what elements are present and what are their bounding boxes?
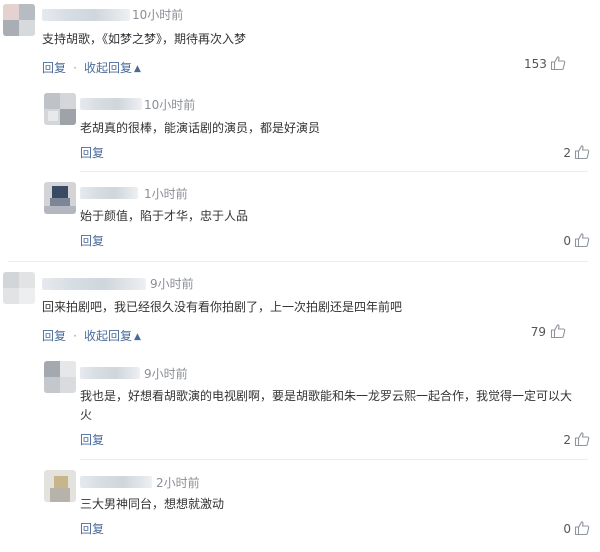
comment-text: 支持胡歌，《如梦之梦》，期待再次入梦 <box>42 32 247 46</box>
caret-up-icon: ▲ <box>134 64 141 74</box>
like-count: 79 <box>530 325 546 339</box>
thumbs-up-icon[interactable] <box>550 55 566 71</box>
like-count: 153 <box>524 57 547 71</box>
comment-text: 回来拍剧吧，我已经很久没有看你拍剧了，上一次拍剧还是四年前吧 <box>42 300 403 314</box>
comment-actions: 回复 · 收起回复 ▲ <box>42 57 141 76</box>
reply-time: 2小时前 <box>156 476 200 490</box>
reply-button[interactable]: 回复 <box>42 61 66 75</box>
like-count: 0 <box>563 234 571 248</box>
reply-button[interactable]: 回复 <box>80 234 104 248</box>
username-blurred[interactable] <box>42 278 146 290</box>
reply-avatar[interactable] <box>44 93 76 125</box>
caret-up-icon: ▲ <box>134 332 141 342</box>
reply-avatar[interactable] <box>44 361 76 393</box>
like-count: 0 <box>563 522 571 536</box>
comment-actions: 回复 · 收起回复 ▲ <box>42 325 141 344</box>
reply-username-blurred[interactable] <box>80 476 152 488</box>
reply-text: 始于颜值，陷于才华，忠于人品 <box>80 209 249 223</box>
reply-username-blurred[interactable] <box>80 367 140 379</box>
comment-time: 9小时前 <box>150 277 194 291</box>
reply-button[interactable]: 回复 <box>80 522 104 536</box>
reply-text-line1: 我也是，好想看胡歌演的电视剧啊，要是胡歌能和朱一龙罗云熙一起合作，我觉得一定可以… <box>80 389 573 403</box>
reply-time: 10小时前 <box>144 98 196 112</box>
reply-username-blurred[interactable] <box>80 187 138 199</box>
collapse-replies-label: 收起回复 <box>84 61 133 75</box>
collapse-replies-button[interactable]: 收起回复 ▲ <box>84 61 141 75</box>
divider <box>80 459 588 460</box>
reply-time: 1小时前 <box>144 187 188 201</box>
reply-avatar[interactable] <box>44 470 76 502</box>
username-blurred[interactable] <box>42 9 130 21</box>
thumbs-up-icon[interactable] <box>574 431 590 447</box>
divider <box>80 171 588 172</box>
thumbs-up-icon[interactable] <box>574 144 590 160</box>
collapse-replies-button[interactable]: 收起回复 ▲ <box>84 329 141 343</box>
reply-text: 老胡真的很棒，能演话剧的演员，都是好演员 <box>80 121 321 135</box>
reply-text: 三大男神同台，想想就激动 <box>80 497 225 511</box>
thumbs-up-icon[interactable] <box>550 323 566 339</box>
action-separator: · <box>73 61 77 75</box>
reply-button[interactable]: 回复 <box>42 329 66 343</box>
reply-avatar[interactable] <box>44 182 76 214</box>
avatar[interactable] <box>3 4 35 36</box>
like-count: 2 <box>563 433 571 447</box>
reply-time: 9小时前 <box>144 367 188 381</box>
reply-text-line2: 火 <box>80 408 93 422</box>
like-count: 2 <box>563 146 571 160</box>
thumbs-up-icon[interactable] <box>574 232 590 248</box>
reply-username-blurred[interactable] <box>80 98 142 110</box>
reply-button[interactable]: 回复 <box>80 433 104 447</box>
divider <box>8 261 588 262</box>
collapse-replies-label: 收起回复 <box>84 329 133 343</box>
avatar[interactable] <box>3 272 35 304</box>
comment-time: 10小时前 <box>132 8 184 22</box>
thumbs-up-icon[interactable] <box>574 520 590 536</box>
action-separator: · <box>73 329 77 343</box>
reply-button[interactable]: 回复 <box>80 146 104 160</box>
